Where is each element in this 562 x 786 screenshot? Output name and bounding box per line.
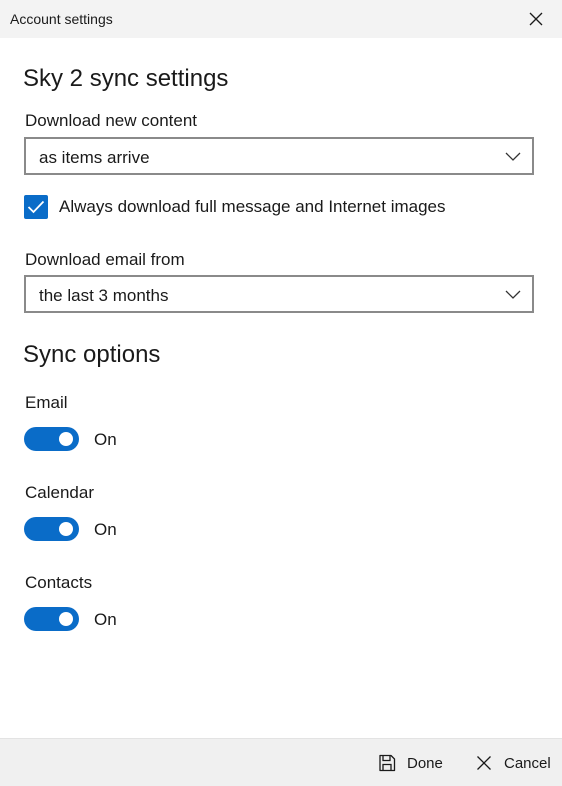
calendar-sync-state: On [94,520,117,539]
sync-settings-heading: Sky 2 sync settings [23,65,229,92]
email-sync-state: On [94,430,117,449]
calendar-sync-label: Calendar [25,483,94,502]
sync-options-heading: Sync options [23,341,161,368]
title-bar: Account settings [0,0,562,38]
chevron-down-icon [505,290,521,299]
checkmark-icon [27,200,45,214]
cancel-label: Cancel [504,754,551,772]
save-icon [376,752,398,774]
toggle-knob [59,612,73,626]
settings-content: Sky 2 sync settings Download new content… [0,38,562,738]
contacts-sync-label: Contacts [25,573,93,592]
done-button[interactable]: Done [376,750,443,776]
email-sync-toggle[interactable] [24,427,79,451]
chevron-down-icon [505,152,521,161]
download-new-content-select[interactable]: as items arrive [24,137,534,175]
full-message-checkbox-row[interactable]: Always download full message and Interne… [24,195,484,219]
download-email-from-label: Download email from [25,250,185,269]
download-email-from-value: the last 3 months [39,286,169,305]
download-new-content-label: Download new content [25,111,198,130]
cancel-button[interactable]: Cancel [473,750,551,776]
email-sync-label: Email [25,393,68,412]
close-icon [529,12,543,26]
full-message-checkbox-label: Always download full message and Interne… [59,197,446,216]
footer-bar: Done Cancel [0,738,562,786]
calendar-sync-toggle[interactable] [24,517,79,541]
toggle-knob [59,522,73,536]
contacts-sync-state: On [94,610,117,629]
download-new-content-value: as items arrive [39,148,150,167]
close-icon [473,752,495,774]
toggle-knob [59,432,73,446]
contacts-sync-toggle[interactable] [24,607,79,631]
done-label: Done [407,754,443,772]
full-message-checkbox[interactable] [24,195,48,219]
download-email-from-select[interactable]: the last 3 months [24,275,534,313]
close-button[interactable] [522,6,550,32]
window-title: Account settings [10,11,113,27]
